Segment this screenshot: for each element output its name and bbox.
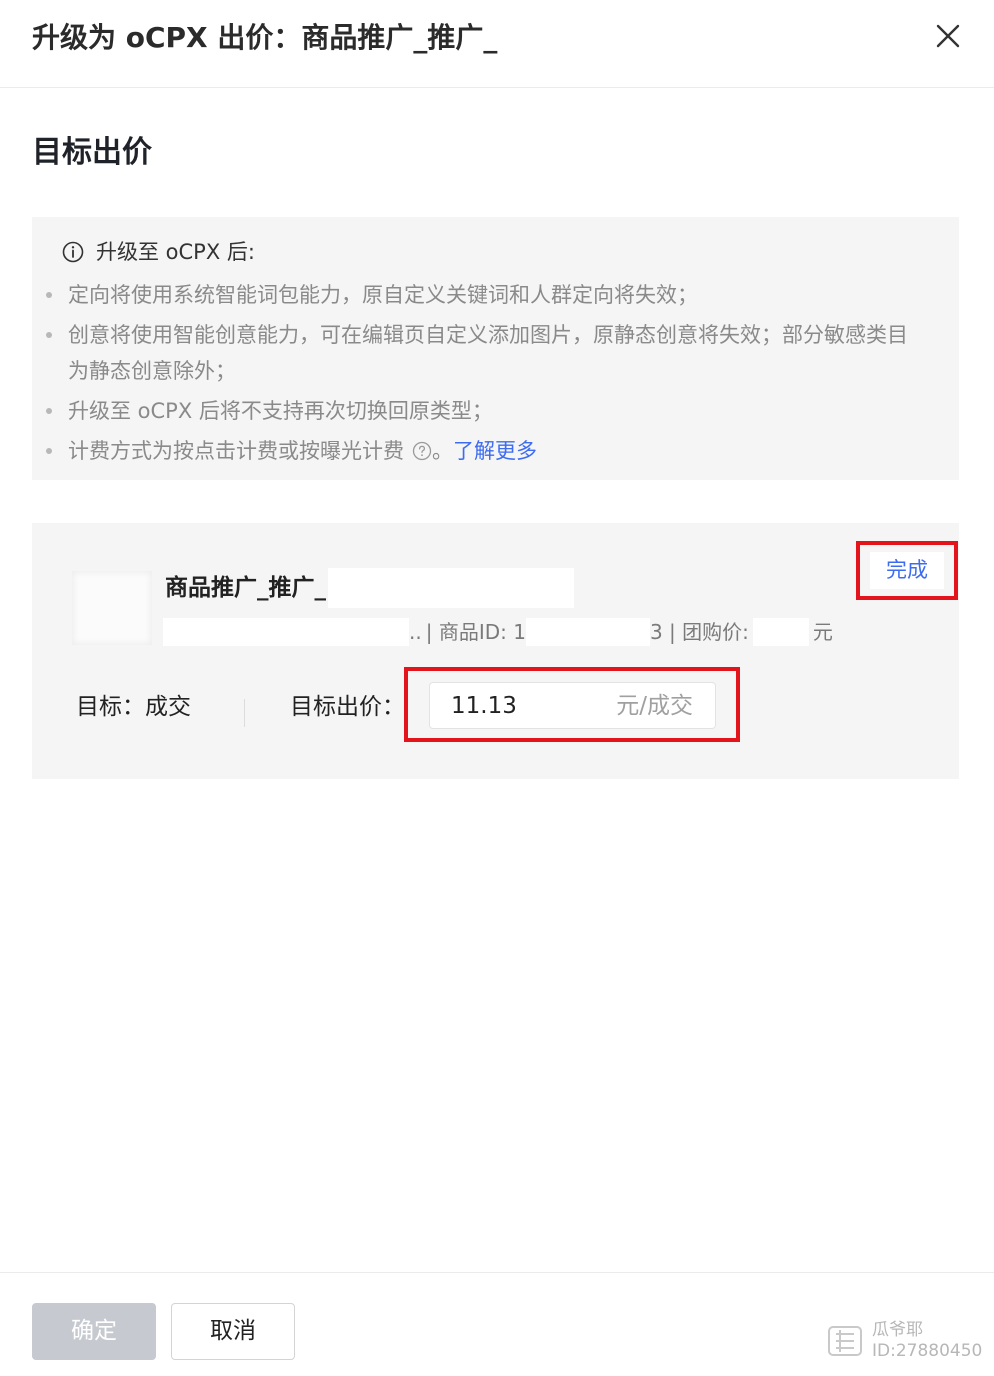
redacted-block	[525, 618, 650, 646]
notice-heading-text: 升级至 oCPX 后:	[96, 240, 255, 264]
info-circle-icon	[62, 241, 84, 263]
product-thumbnail	[72, 571, 152, 645]
notice-list: 定向将使用系统智能词包能力，原自定义关键词和人群定向将失效； 创意将使用智能创意…	[46, 277, 926, 473]
billing-text: 计费方式为按点击计费或按曝光计费	[68, 439, 404, 463]
bid-input[interactable]: 11.13 元/成交	[429, 682, 716, 729]
meta-price-unit: 元	[812, 620, 833, 644]
redacted-block	[328, 568, 574, 608]
bid-highlight: 11.13 元/成交	[404, 667, 740, 742]
watermark-line2: ID:27880450	[872, 1341, 983, 1361]
done-button[interactable]: 完成	[870, 552, 944, 589]
list-item: 升级至 oCPX 后将不支持再次切换回原类型；	[46, 393, 926, 429]
dialog-header: 升级为 oCPX 出价：商品推广_推广_	[0, 0, 994, 88]
done-highlight: 完成	[856, 541, 958, 600]
bid-input-unit: 元/成交	[616, 693, 693, 719]
list-item: 定向将使用系统智能词包能力，原自定义关键词和人群定向将失效；	[46, 277, 926, 313]
dialog-title: 升级为 oCPX 出价：商品推广_推广_	[32, 21, 498, 54]
meta-ellipsis: ..	[409, 620, 422, 644]
billing-suffix: 。	[432, 439, 453, 463]
watermark-text: 瓜爷耶 ID:27880450	[872, 1320, 982, 1362]
list-item: 计费方式为按点击计费或按曝光计费 。了解更多	[46, 433, 926, 469]
confirm-button[interactable]: 确定	[32, 1303, 156, 1360]
redacted-block	[163, 618, 409, 646]
watermark-logo-icon	[828, 1326, 862, 1356]
product-meta: .. | 商品ID: 1 3 | 团购价: 元	[163, 617, 833, 647]
product-card: 商品推广_推广_ .. | 商品ID: 1 3 | 团购价: 元 完成 目标：成…	[32, 523, 959, 779]
goal-label: 目标：成交	[76, 694, 191, 720]
cancel-button[interactable]: 取消	[171, 1303, 295, 1360]
notice-heading: 升级至 oCPX 后:	[62, 237, 255, 267]
question-circle-icon[interactable]	[412, 441, 432, 461]
upgrade-notice: 升级至 oCPX 后: 定向将使用系统智能词包能力，原自定义关键词和人群定向将失…	[32, 217, 959, 480]
watermark: 瓜爷耶 ID:27880450	[826, 1318, 986, 1368]
product-name-text: 商品推广_推广_	[165, 575, 326, 601]
product-name: 商品推广_推广_	[165, 568, 574, 608]
bid-input-value: 11.13	[451, 693, 517, 719]
redacted-block	[752, 618, 809, 646]
meta-id-tail: 3 | 团购价:	[649, 620, 749, 644]
meta-id-label: | 商品ID: 1	[425, 620, 526, 644]
section-title: 目标出价	[32, 135, 152, 170]
learn-more-link[interactable]: 了解更多	[453, 439, 537, 463]
bid-label: 目标出价：	[290, 694, 405, 720]
divider	[244, 699, 245, 727]
list-item: 创意将使用智能创意能力，可在编辑页自定义添加图片，原静态创意将失效；部分敏感类目…	[46, 317, 926, 389]
watermark-line1: 瓜爷耶	[872, 1320, 923, 1340]
close-icon[interactable]	[928, 18, 968, 58]
